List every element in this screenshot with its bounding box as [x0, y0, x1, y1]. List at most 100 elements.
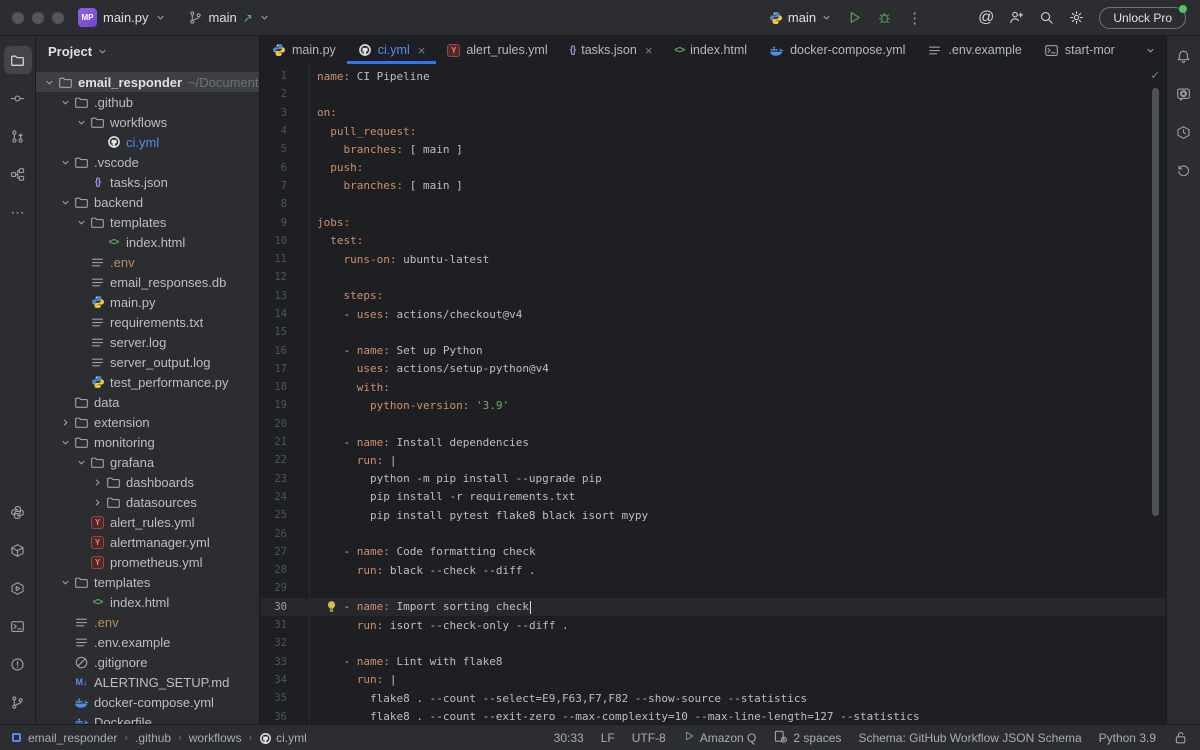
code-line-35[interactable]: 35 flake8 . --count --select=E9,F63,F7,F… [261, 689, 1166, 707]
tab-.env.example[interactable]: .env.example [916, 36, 1032, 64]
tree-item-.gitignore[interactable]: .gitignore [36, 652, 259, 672]
tree-item-requirements.txt[interactable]: requirements.txt [36, 312, 259, 332]
project-tool-button[interactable] [3, 46, 32, 74]
build-tool-button[interactable] [1170, 118, 1198, 146]
notifications-button[interactable] [1170, 42, 1198, 70]
tree-item-alertmanager.yml[interactable]: Yalertmanager.yml [36, 532, 259, 552]
tree-item-grafana[interactable]: grafana [36, 452, 259, 472]
breadcrumb-item[interactable]: workflows [189, 731, 242, 745]
chevron-down-icon[interactable] [58, 577, 73, 588]
tree-item-.vscode[interactable]: .vscode [36, 152, 259, 172]
tree-item-tasks.json[interactable]: { } tasks.json [36, 172, 259, 192]
code-line-23[interactable]: 23 python -m pip install --upgrade pip [261, 470, 1166, 488]
code-line-19[interactable]: 19 python-version: '3.9' [261, 396, 1166, 414]
schema-widget[interactable]: Schema: GitHub Workflow JSON Schema [858, 731, 1081, 745]
code-with-me-icon[interactable] [1009, 10, 1024, 25]
tree-item-.env[interactable]: .env [36, 252, 259, 272]
branch-widget[interactable]: main ↗ [188, 10, 270, 25]
tab-alert_rules.yml[interactable]: Yalert_rules.yml [436, 36, 558, 64]
tree-item-data[interactable]: data [36, 392, 259, 412]
ai-assistant-icon[interactable]: @ [978, 9, 994, 27]
code-line-7[interactable]: 7 branches: [ main ] [261, 177, 1166, 195]
tree-item-.env[interactable]: .env [36, 612, 259, 632]
tree-item-main.py[interactable]: main.py [36, 292, 259, 312]
code-line-10[interactable]: 10 test: [261, 232, 1166, 250]
tree-item-email_responder[interactable]: email_responder ~/Documents/Pro [36, 72, 259, 92]
code-line-3[interactable]: 3 on: [261, 104, 1166, 122]
python-console-tool-button[interactable] [4, 498, 32, 526]
tree-item-extension[interactable]: extension [36, 412, 259, 432]
indent-widget[interactable]: 2 spaces [773, 729, 841, 747]
version-control-tool-button[interactable] [4, 688, 32, 716]
chevron-right-icon[interactable] [90, 477, 105, 488]
tab-tasks.json[interactable]: { } tasks.json × [559, 36, 664, 64]
tree-item-datasources[interactable]: datasources [36, 492, 259, 512]
code-line-12[interactable]: 12 [261, 268, 1166, 286]
zoom-window-button[interactable] [52, 11, 64, 24]
debug-button[interactable] [877, 10, 892, 25]
run-button[interactable] [847, 10, 862, 25]
code-line-27[interactable]: 27 - name: Code formatting check [261, 543, 1166, 561]
tree-item-test_performance.py[interactable]: test_performance.py [36, 372, 259, 392]
tree-item-workflows[interactable]: workflows [36, 112, 259, 132]
code-line-18[interactable]: 18 with: [261, 378, 1166, 396]
code-line-2[interactable]: 2 [261, 85, 1166, 103]
code-line-8[interactable]: 8 [261, 195, 1166, 213]
code-line-29[interactable]: 29 [261, 579, 1166, 597]
breadcrumb-item[interactable]: email_responder [28, 731, 117, 745]
pull-requests-tool-button[interactable] [4, 122, 32, 150]
settings-icon[interactable] [1069, 10, 1084, 25]
history-tool-button[interactable] [1170, 156, 1198, 184]
code-line-26[interactable]: 26 [261, 524, 1166, 542]
tree-item-server.log[interactable]: server.log [36, 332, 259, 352]
code-line-21[interactable]: 21 - name: Install dependencies [261, 433, 1166, 451]
code-line-33[interactable]: 33 - name: Lint with flake8 [261, 653, 1166, 671]
tree-item-backend[interactable]: backend [36, 192, 259, 212]
code-line-14[interactable]: 14 - uses: actions/checkout@v4 [261, 305, 1166, 323]
ai-assistant-tool-button[interactable] [1170, 80, 1198, 108]
chevron-down-icon[interactable] [42, 77, 57, 88]
terminal-tool-button[interactable] [4, 612, 32, 640]
hidden-tabs-chevron-icon[interactable] [1135, 36, 1166, 64]
structure-tool-button[interactable] [4, 160, 32, 188]
tree-item-ci.yml[interactable]: ci.yml [36, 132, 259, 152]
code-line-1[interactable]: 1 name: CI Pipeline [261, 67, 1166, 85]
encoding-widget[interactable]: UTF-8 [632, 731, 666, 745]
code-line-24[interactable]: 24 pip install -r requirements.txt [261, 488, 1166, 506]
tab-index.html[interactable]: <> index.html [663, 36, 758, 64]
project-panel-header[interactable]: Project [36, 36, 259, 66]
chevron-down-icon[interactable] [58, 197, 73, 208]
code-line-34[interactable]: 34 run: | [261, 671, 1166, 689]
code-line-36[interactable]: 36 flake8 . --count --exit-zero --max-co… [261, 707, 1166, 724]
code-line-16[interactable]: 16 - name: Set up Python [261, 341, 1166, 359]
tree-item-templates[interactable]: templates [36, 572, 259, 592]
search-everywhere-icon[interactable] [1039, 10, 1054, 25]
code-line-9[interactable]: 9 jobs: [261, 213, 1166, 231]
minimize-window-button[interactable] [32, 11, 44, 24]
unlock-pro-button[interactable]: Unlock Pro [1099, 4, 1187, 29]
tree-item-templates[interactable]: templates [36, 212, 259, 232]
tree-item-Dockerfile[interactable]: Dockerfile [36, 712, 259, 724]
tab-start-mor[interactable]: start-mor [1033, 36, 1126, 64]
chevron-down-icon[interactable] [58, 157, 73, 168]
code-line-17[interactable]: 17 uses: actions/setup-python@v4 [261, 360, 1166, 378]
tree-item-index.html[interactable]: <> index.html [36, 232, 259, 252]
code-line-32[interactable]: 32 [261, 634, 1166, 652]
amazon-q-widget[interactable]: Amazon Q [683, 730, 756, 745]
tree-item-monitoring[interactable]: monitoring [36, 432, 259, 452]
close-icon[interactable]: × [645, 43, 653, 58]
code-editor[interactable]: 1 name: CI Pipeline 2 3 on: 4 pull_request: 5 … [261, 64, 1166, 724]
tree-item-ALERTING_SETUP.md[interactable]: M↓ ALERTING_SETUP.md [36, 672, 259, 692]
close-icon[interactable]: × [418, 43, 426, 58]
tree-item-email_responses.db[interactable]: email_responses.db [36, 272, 259, 292]
tree-item-.env.example[interactable]: .env.example [36, 632, 259, 652]
code-line-31[interactable]: 31 run: isort --check-only --diff . [261, 616, 1166, 634]
tree-item-.github[interactable]: .github [36, 92, 259, 112]
tree-item-docker-compose.yml[interactable]: docker-compose.yml [36, 692, 259, 712]
tab-main.py[interactable]: main.py [261, 36, 347, 64]
code-line-28[interactable]: 28 run: black --check --diff . [261, 561, 1166, 579]
breadcrumb-item[interactable]: ci.yml [259, 731, 307, 745]
lock-open-icon[interactable] [1173, 730, 1188, 745]
tree-item-alert_rules.yml[interactable]: Yalert_rules.yml [36, 512, 259, 532]
project-widget[interactable]: MP main.py [78, 8, 166, 27]
